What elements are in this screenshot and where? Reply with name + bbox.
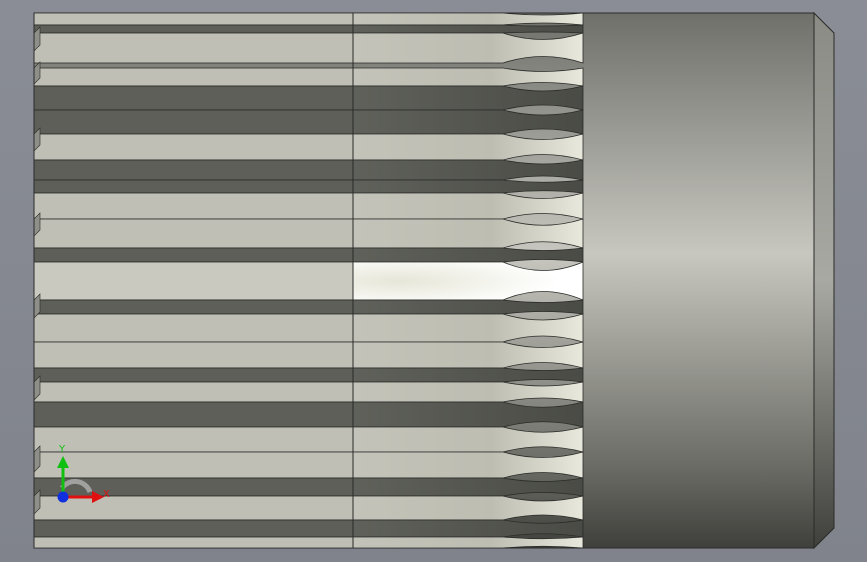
spline-tooth-face — [33, 367, 354, 383]
triad-x-label: X — [103, 489, 110, 500]
triad-z-axis — [57, 491, 69, 503]
spline-tooth-face — [33, 401, 354, 428]
spline-tooth-face — [33, 179, 354, 194]
spline-tooth-runout — [352, 24, 584, 34]
triad-rotate-arc — [59, 478, 93, 494]
spline-tooth-face — [33, 32, 354, 64]
spline-tooth-face — [33, 261, 354, 301]
spline-tooth-face — [33, 218, 354, 249]
triad-y-arrow — [57, 456, 69, 468]
spline-tooth-face — [33, 12, 354, 26]
triad-y-label: Y — [58, 444, 66, 455]
spline-tooth-runout — [352, 179, 584, 194]
spline-tooth-face — [33, 519, 354, 538]
spline-tooth-face — [33, 247, 354, 263]
spline-tooth-face — [33, 341, 354, 369]
spline-tooth-face — [33, 109, 354, 135]
spline-tooth-runout — [352, 12, 584, 26]
spline-tooth-face — [33, 133, 354, 161]
spline-tooth-face — [33, 381, 354, 403]
spline-tooth-face — [33, 313, 354, 343]
spline-tooth-runout — [352, 299, 584, 315]
spline-tooth-face — [33, 67, 354, 87]
spline-tooth-runout — [352, 247, 584, 263]
shaft-chamfer — [813, 11, 835, 550]
view-triad: X Y — [57, 444, 110, 503]
spline-tooth-face — [33, 536, 354, 549]
spline-tooth-face — [33, 159, 354, 181]
spline-tooth-face — [33, 24, 354, 34]
spline-tooth-runout — [352, 367, 584, 383]
spline-tooth-face — [33, 299, 354, 315]
spline-tooth-face — [33, 85, 354, 111]
graphics-viewport[interactable]: X Y — [0, 0, 867, 562]
spline-tooth-runout — [352, 536, 584, 549]
spline-shaft-model[interactable] — [0, 0, 867, 562]
spline-tooth-face — [33, 192, 354, 220]
